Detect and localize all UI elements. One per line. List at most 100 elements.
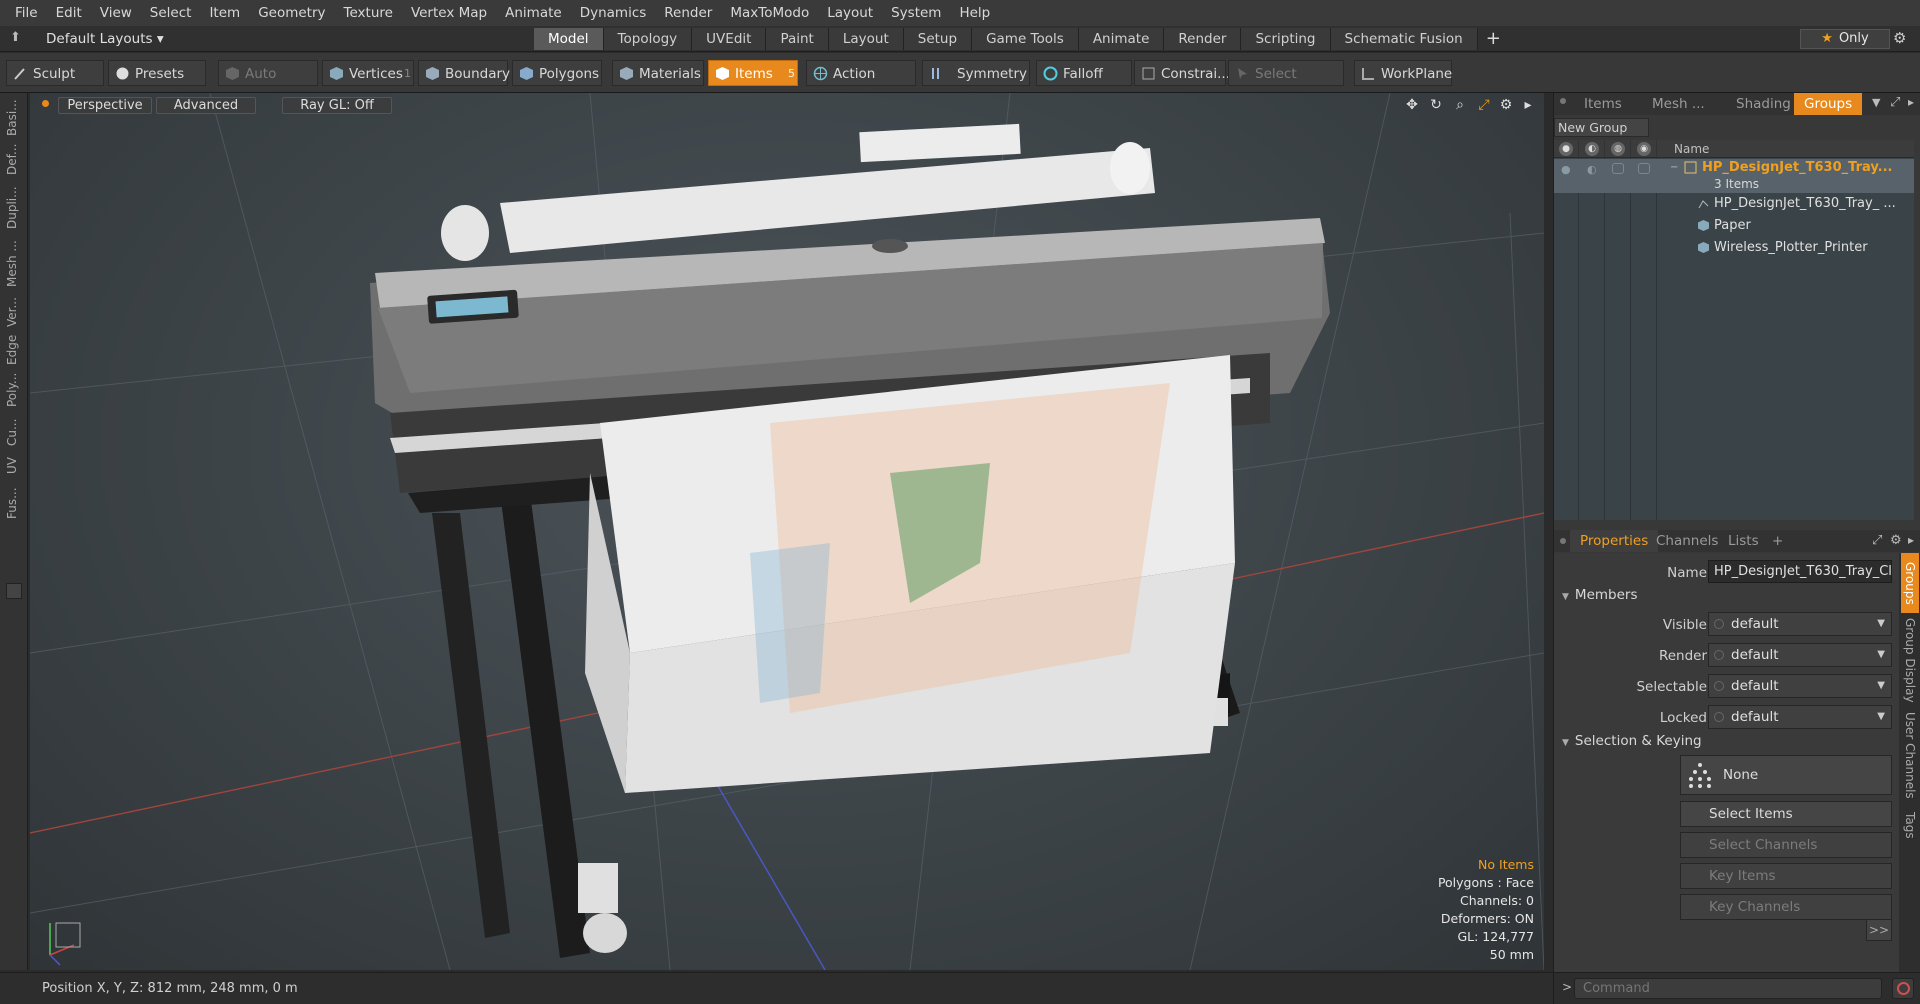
tab-groups[interactable]: Groups xyxy=(1794,93,1863,115)
render-toggle-icon[interactable]: ◐ xyxy=(1587,163,1597,176)
menu-animate[interactable]: Animate xyxy=(496,0,571,26)
visible-select[interactable]: default ▼ xyxy=(1708,612,1892,636)
panel-arrow-icon[interactable]: ▸ xyxy=(1908,95,1914,109)
select-lock-icon[interactable]: ◍ xyxy=(1611,142,1625,156)
render-select[interactable]: default ▼ xyxy=(1708,643,1892,667)
select-items-button[interactable]: Select Items xyxy=(1680,801,1892,827)
menu-geometry[interactable]: Geometry xyxy=(249,0,334,26)
group-row-item[interactable]: Paper xyxy=(1554,217,1914,235)
viewport-gear-icon[interactable]: ⚙ xyxy=(1498,97,1514,113)
key-channels-button[interactable]: Key Channels xyxy=(1680,894,1892,920)
chevron-down-icon[interactable]: ▼ xyxy=(1872,96,1880,109)
view-mode-button[interactable]: Perspective xyxy=(58,97,152,114)
tab-topology[interactable]: Topology xyxy=(603,28,693,50)
strip-tab-vertex[interactable]: Ver... xyxy=(5,295,23,329)
gear-icon[interactable]: ⚙ xyxy=(1890,533,1902,548)
tab-paint[interactable]: Paint xyxy=(766,28,829,50)
select-through-button[interactable]: Select Through xyxy=(1228,60,1344,108)
items-button[interactable]: Items 5 xyxy=(708,60,798,86)
menu-layout[interactable]: Layout xyxy=(818,0,882,26)
lock-checkbox[interactable] xyxy=(1638,163,1650,174)
tab-items[interactable]: Items xyxy=(1574,93,1632,115)
side-tab-groups[interactable]: Groups xyxy=(1901,553,1919,613)
command-input[interactable] xyxy=(1574,978,1882,999)
menu-vertex-map[interactable]: Vertex Map xyxy=(402,0,496,26)
lock-icon[interactable]: ◉ xyxy=(1637,142,1651,156)
vertices-button[interactable]: Vertices 1 xyxy=(322,60,414,86)
collapse-icon[interactable]: − xyxy=(1670,162,1678,173)
presets-button[interactable]: Presets xyxy=(108,60,206,86)
constraints-button[interactable]: Constrai... xyxy=(1134,60,1230,86)
zoom-icon[interactable]: ⌕ xyxy=(1452,97,1468,113)
keying-section[interactable]: ▼ Selection & Keying xyxy=(1562,733,1702,749)
selectable-select[interactable]: default ▼ xyxy=(1708,674,1892,698)
menu-item[interactable]: Item xyxy=(200,0,249,26)
select-checkbox[interactable] xyxy=(1612,163,1624,174)
auto-select-button[interactable]: Auto Select xyxy=(218,60,318,108)
raygl-button[interactable]: Ray GL: Off xyxy=(282,97,392,114)
expand-icon[interactable]: ⤢ xyxy=(1872,533,1882,548)
tab-setup[interactable]: Setup xyxy=(903,28,973,50)
tab-uvedit[interactable]: UVEdit xyxy=(692,28,767,50)
eye-icon[interactable]: ● xyxy=(1559,142,1573,156)
tab-animate[interactable]: Animate xyxy=(1078,28,1165,50)
menu-file[interactable]: File xyxy=(6,0,47,26)
3d-viewport[interactable]: Perspective Advanced Ray GL: Off ✥ ↻ ⌕ ⤢… xyxy=(30,93,1544,970)
tab-model[interactable]: Model xyxy=(534,28,604,50)
strip-toggle-button[interactable] xyxy=(6,583,22,599)
viewport-menu-dot[interactable] xyxy=(42,100,49,107)
tab-mesh[interactable]: Mesh ... xyxy=(1642,93,1715,115)
group-row-item[interactable]: HP_DesignJet_T630_Tray_ ... xyxy=(1554,195,1914,213)
expand-icon[interactable]: ⤢ xyxy=(1890,95,1900,110)
group-row-item[interactable]: Wireless_Plotter_Printer xyxy=(1554,239,1914,257)
strip-tab-deform[interactable]: Def... xyxy=(5,139,23,179)
tab-render[interactable]: Render xyxy=(1164,28,1242,50)
render-icon[interactable]: ◐ xyxy=(1585,142,1599,156)
menu-maxtomodo[interactable]: MaxToModo xyxy=(721,0,818,26)
more-button[interactable]: >> xyxy=(1866,919,1892,941)
menu-system[interactable]: System xyxy=(882,0,950,26)
add-tab-button[interactable]: + xyxy=(1478,28,1509,50)
menu-help[interactable]: Help xyxy=(950,0,999,26)
falloff-button[interactable]: Falloff xyxy=(1036,60,1132,86)
tab-scripting[interactable]: Scripting xyxy=(1241,28,1331,50)
tab-schematic-fusion[interactable]: Schematic Fusion xyxy=(1330,28,1478,50)
strip-tab-duplicate[interactable]: Dupli... xyxy=(5,183,23,233)
add-panel-tab[interactable]: + xyxy=(1762,530,1793,552)
menu-texture[interactable]: Texture xyxy=(335,0,402,26)
rotate-icon[interactable]: ↻ xyxy=(1428,97,1444,113)
panel-arrow-icon[interactable]: ▸ xyxy=(1908,533,1914,547)
gear-icon[interactable]: ⚙ xyxy=(1893,29,1906,47)
menu-edit[interactable]: Edit xyxy=(47,0,91,26)
strip-tab-mesh[interactable]: Mesh ... xyxy=(5,237,23,291)
strip-tab-uv[interactable]: UV xyxy=(5,453,23,479)
side-tab-user-channels[interactable]: User Channels xyxy=(1901,707,1919,803)
only-button[interactable]: ★ Only xyxy=(1800,29,1890,49)
materials-button[interactable]: Materials xyxy=(612,60,704,86)
layout-select[interactable]: Default Layouts ▾ xyxy=(46,29,164,49)
tab-properties[interactable]: Properties xyxy=(1570,530,1659,552)
menu-dynamics[interactable]: Dynamics xyxy=(571,0,656,26)
name-field[interactable]: HP_DesignJet_T630_Tray_Closed xyxy=(1708,560,1892,583)
menu-render[interactable]: Render xyxy=(655,0,721,26)
select-channels-button[interactable]: Select Channels xyxy=(1680,832,1892,858)
menu-view[interactable]: View xyxy=(91,0,141,26)
side-tab-group-display[interactable]: Group Display xyxy=(1901,615,1919,705)
key-items-button[interactable]: Key Items xyxy=(1680,863,1892,889)
group-row-main[interactable]: ● ◐ − HP_DesignJet_T630_Tray... 3 Items xyxy=(1554,159,1914,193)
none-button[interactable]: None xyxy=(1680,755,1892,795)
tab-layout[interactable]: Layout xyxy=(828,28,904,50)
tab-channels[interactable]: Channels xyxy=(1646,530,1728,552)
symmetry-button[interactable]: Symmetry xyxy=(922,60,1030,86)
boundary-button[interactable]: Boundary xyxy=(418,60,510,86)
members-section[interactable]: ▼ Members xyxy=(1562,587,1638,603)
menu-select[interactable]: Select xyxy=(141,0,201,26)
layout-arrow-icon[interactable]: ⬆ xyxy=(10,30,26,46)
viewport-expand-icon[interactable]: ▸ xyxy=(1520,97,1536,113)
fit-icon[interactable]: ⤢ xyxy=(1476,97,1492,113)
strip-tab-curve[interactable]: Cu... xyxy=(5,415,23,449)
strip-tab-edge[interactable]: Edge xyxy=(5,333,23,367)
locked-select[interactable]: default ▼ xyxy=(1708,705,1892,729)
tab-game-tools[interactable]: Game Tools xyxy=(972,28,1079,50)
action-center-button[interactable]: Action Center xyxy=(806,60,916,108)
